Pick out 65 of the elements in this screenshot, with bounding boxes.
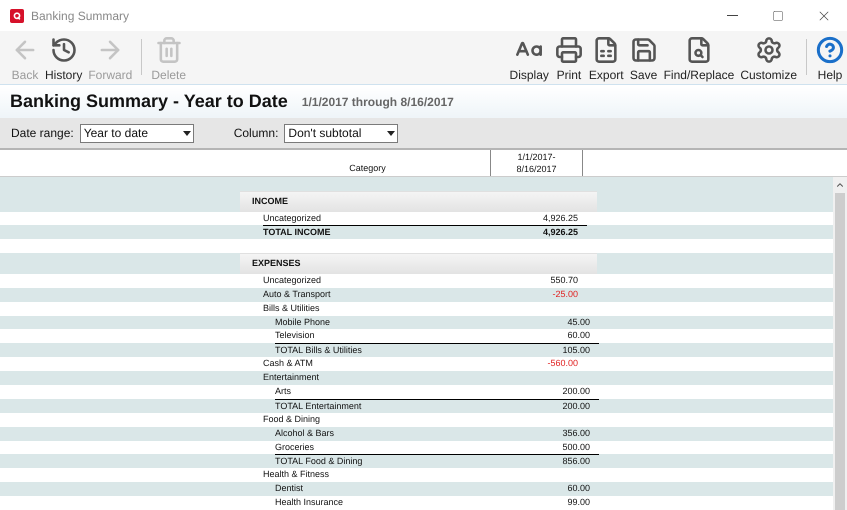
- section-header: EXPENSES: [240, 253, 597, 274]
- help-icon: [816, 36, 844, 64]
- maximize-icon: [772, 10, 784, 22]
- settings-icon: [754, 36, 783, 64]
- table-cell-text: 99.00: [567, 496, 591, 510]
- column-header: Category: [349, 162, 386, 175]
- toolbar-button[interactable]: Export: [586, 31, 627, 82]
- table-cell-text: Arts: [275, 385, 292, 398]
- history-clock-icon: [50, 36, 78, 64]
- dropdown-field[interactable]: Don't subtotal: [284, 124, 398, 142]
- table-cell-text: 4,926.25: [542, 212, 579, 225]
- table-cell-text: -560.00: [547, 357, 579, 370]
- table-cell-text: Health Insurance: [275, 496, 344, 510]
- toolbar-button[interactable]: Customize: [737, 31, 800, 82]
- table-cell-text: 200.00: [562, 400, 591, 413]
- table-cell-text: Uncategorized: [263, 274, 322, 288]
- printer-icon: [554, 36, 583, 64]
- report-title: Banking Summary - Year to Date: [10, 90, 288, 113]
- table-cell-text: Bills & Utilities: [263, 302, 321, 315]
- table-cell-text: Television: [275, 329, 316, 342]
- table-cell-text: Health & Fitness: [263, 468, 330, 482]
- minimize-icon: [726, 15, 738, 16]
- trash-icon: [154, 36, 183, 64]
- table-cell-text: 105.00: [562, 344, 591, 358]
- table-cell-text: 856.00: [562, 455, 591, 468]
- table-cell-text: 200.00: [562, 385, 591, 398]
- table-cell-text: Mobile Phone: [275, 316, 332, 329]
- column-header: 1/1/2017-8/16/2017: [490, 150, 583, 176]
- toolbar-button[interactable]: Save: [626, 31, 661, 82]
- table-cell-text: TOTAL Bills & Utilities: [275, 344, 363, 358]
- table-cell-text: 45.00: [567, 316, 591, 329]
- report-date-range: 1/1/2017 through 8/16/2017: [302, 94, 454, 110]
- app-logo-icon: [10, 8, 24, 22]
- table-cell-text: TOTAL Entertainment: [275, 400, 362, 413]
- table-cell-text: TOTAL Food & Dining: [275, 455, 364, 468]
- toolbar-button[interactable]: Find/Replace: [660, 31, 738, 82]
- table-cell-text: -25.00: [552, 288, 579, 301]
- toolbar-button[interactable]: Print: [552, 31, 586, 82]
- table-cell-text: 60.00: [567, 329, 591, 342]
- table-cell-text: 4,926.25: [542, 226, 579, 240]
- dropdown-field[interactable]: Year to date: [80, 124, 194, 142]
- filter-label: Date range:: [11, 125, 74, 142]
- filter-label: Column:: [234, 125, 278, 142]
- toolbar-button[interactable]: Help: [813, 31, 847, 82]
- table-cell-text: Food & Dining: [263, 412, 322, 426]
- table-cell-text: Groceries: [275, 440, 316, 454]
- dropdown-caret-icon: [182, 130, 191, 136]
- table-cell-text: 550.70: [550, 274, 579, 288]
- dropdown-caret-icon: [387, 130, 396, 136]
- table-cell-text: 356.00: [562, 426, 591, 440]
- table-cell-text: Uncategorized: [263, 212, 322, 225]
- table-cell-text: Cash & ATM: [263, 357, 314, 370]
- table-cell-text: Dentist: [275, 482, 304, 496]
- table-cell-text: Entertainment: [263, 371, 320, 384]
- table-cell-text: Auto & Transport: [263, 288, 332, 301]
- window-title: Banking Summary: [31, 8, 130, 24]
- scrollbar[interactable]: [833, 177, 847, 510]
- toolbar-button[interactable]: Display: [506, 31, 552, 82]
- scrollbar-thumb[interactable]: [835, 193, 845, 510]
- table-cell-text: 60.00: [567, 482, 591, 496]
- toolbar-button[interactable]: History: [42, 31, 86, 82]
- table-cell-text: 500.00: [562, 440, 591, 454]
- table-cell-text: TOTAL INCOME: [263, 226, 332, 240]
- table-cell-text: Alcohol & Bars: [275, 426, 336, 440]
- section-header: INCOME: [240, 190, 597, 212]
